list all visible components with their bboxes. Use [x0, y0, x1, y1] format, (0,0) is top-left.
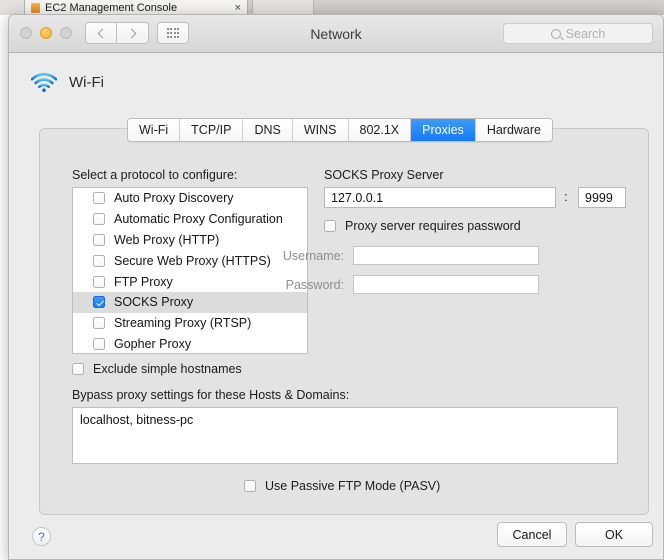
tab-bar: Wi-Fi TCP/IP DNS WINS 802.1X Proxies Har… [127, 118, 553, 142]
passive-ftp-label: Use Passive FTP Mode (PASV) [265, 479, 441, 493]
socks-port-input[interactable]: 9999 [578, 187, 626, 208]
checkbox-gopher-proxy[interactable] [93, 337, 105, 350]
window-titlebar: Network Search [9, 15, 663, 53]
socks-host-input[interactable]: 127.0.0.1 [324, 187, 556, 208]
close-icon[interactable]: × [235, 3, 241, 14]
exclude-simple-hostnames-row[interactable]: Exclude simple hostnames [72, 362, 242, 376]
list-item-label: Streaming Proxy (RTSP) [114, 316, 252, 331]
checkbox-socks-proxy[interactable] [93, 296, 105, 309]
passive-ftp-row[interactable]: Use Passive FTP Mode (PASV) [244, 479, 440, 493]
aws-cube-icon [31, 3, 40, 13]
username-row: Username: [248, 246, 539, 265]
search-input[interactable]: Search [503, 23, 653, 44]
search-icon [550, 28, 561, 39]
password-label: Password: [285, 277, 344, 292]
browser-tab-partial-left[interactable] [0, 0, 26, 15]
service-header: Wi-Fi [31, 73, 104, 92]
checkbox-automatic-proxy-configuration[interactable] [93, 213, 105, 226]
ok-button[interactable]: OK [575, 522, 653, 547]
protocol-list-label: Select a protocol to configure: [72, 168, 238, 182]
checkbox-passive-ftp-mode[interactable] [244, 480, 256, 492]
list-item-label: Web Proxy (HTTP) [114, 232, 220, 247]
list-item-label: FTP Proxy [114, 274, 173, 289]
protocol-list[interactable]: Auto Proxy Discovery Automatic Proxy Con… [72, 187, 308, 354]
checkbox-requires-password[interactable] [324, 220, 336, 232]
bypass-label: Bypass proxy settings for these Hosts & … [72, 388, 350, 402]
proxies-panel: Select a protocol to configure: Auto Pro… [39, 128, 649, 515]
browser-tab-strip: × EC2 Management Console × [0, 0, 664, 15]
network-preferences-window: Network Search Wi-Fi Wi-Fi TCP/IP DNS WI… [8, 14, 664, 560]
tab-hardware[interactable]: Hardware [475, 119, 552, 141]
checkbox-secure-web-proxy-https[interactable] [93, 254, 105, 267]
checkbox-streaming-proxy-rtsp[interactable] [93, 317, 105, 330]
port-separator: : [564, 189, 568, 204]
requires-password-label: Proxy server requires password [345, 219, 521, 233]
list-item-label: Automatic Proxy Configuration [114, 212, 283, 227]
tab-8021x[interactable]: 802.1X [348, 119, 412, 141]
browser-tab-new[interactable] [252, 0, 314, 15]
username-field[interactable] [353, 246, 539, 265]
list-item-label: Auto Proxy Discovery [114, 191, 234, 206]
list-item[interactable]: Auto Proxy Discovery [73, 188, 307, 209]
list-item[interactable]: Streaming Proxy (RTSP) [73, 313, 307, 334]
list-item[interactable]: Gopher Proxy [73, 334, 307, 353]
tab-dns[interactable]: DNS [243, 119, 293, 141]
bypass-textarea[interactable]: localhost, bitness-pc [72, 407, 618, 464]
wifi-icon [31, 73, 57, 92]
list-item-selected[interactable]: SOCKS Proxy [73, 291, 307, 313]
tab-wifi[interactable]: Wi-Fi [128, 119, 181, 141]
service-name: Wi-Fi [69, 74, 104, 91]
browser-tab-ec2-console[interactable]: EC2 Management Console × [24, 0, 248, 15]
password-field[interactable] [353, 275, 539, 294]
checkbox-ftp-proxy[interactable] [93, 275, 105, 288]
checkbox-web-proxy-http[interactable] [93, 233, 105, 246]
help-button[interactable]: ? [32, 527, 51, 546]
password-row: Password: [248, 275, 539, 294]
checkbox-exclude-simple-hostnames[interactable] [72, 363, 84, 375]
tab-tcpip[interactable]: TCP/IP [180, 119, 244, 141]
cancel-button[interactable]: Cancel [497, 522, 567, 547]
list-item[interactable]: Automatic Proxy Configuration [73, 209, 307, 230]
list-item-label: Gopher Proxy [114, 336, 192, 351]
tab-proxies[interactable]: Proxies [411, 119, 476, 141]
checkbox-auto-proxy-discovery[interactable] [93, 192, 105, 205]
requires-password-row[interactable]: Proxy server requires password [324, 219, 521, 233]
search-placeholder: Search [565, 26, 606, 41]
socks-server-label: SOCKS Proxy Server [324, 168, 444, 182]
list-item-label: SOCKS Proxy [114, 295, 194, 310]
browser-tab-title: EC2 Management Console [45, 2, 178, 14]
username-label: Username: [282, 248, 344, 263]
tab-wins[interactable]: WINS [292, 119, 349, 141]
exclude-simple-hostnames-label: Exclude simple hostnames [93, 362, 242, 376]
